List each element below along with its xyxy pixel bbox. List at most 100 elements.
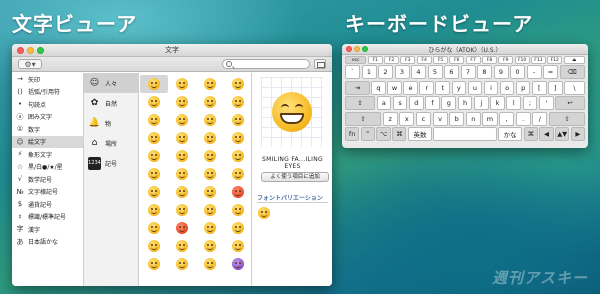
key[interactable]: f [425,96,440,111]
emoji-cell[interactable] [224,129,252,147]
key[interactable]: ⌫ [559,65,585,80]
emoji-cell[interactable] [140,75,168,93]
emoji-cell[interactable] [168,147,196,165]
key[interactable]: 1 [361,65,377,80]
key[interactable]: ] [548,80,563,95]
search-input[interactable] [222,59,310,69]
emoji-cell[interactable] [196,129,224,147]
emoji-cell[interactable] [168,111,196,129]
key[interactable]: l [506,96,522,111]
key[interactable]: ▶ [570,126,586,141]
category-item[interactable]: $ 通貨記号 [12,198,83,211]
key[interactable]: F12 [547,56,563,64]
action-menu-button[interactable]: ⚙▾ [18,59,42,69]
emoji-cell[interactable] [140,183,168,201]
key[interactable]: g [441,96,457,111]
key[interactable]: ⇧ [345,111,382,126]
emoji-cell[interactable] [196,183,224,201]
key[interactable]: . [515,111,531,126]
key[interactable]: c [415,111,431,126]
font-variation-item[interactable] [258,207,270,219]
key[interactable]: s [392,96,408,111]
emoji-cell[interactable] [168,183,196,201]
toggle-view-button[interactable] [314,59,326,69]
emoji-cell[interactable] [224,201,252,219]
emoji-cell[interactable] [168,165,196,183]
key[interactable]: 5 [427,65,443,80]
key[interactable]: ⇧ [548,111,585,126]
key[interactable]: F8 [482,56,497,64]
emoji-cell[interactable] [224,93,252,111]
key[interactable]: ◀ [539,126,554,141]
key[interactable]: 6 [444,65,459,80]
key[interactable]: b [449,111,465,126]
key[interactable]: m [482,111,498,126]
category-item[interactable]: № 文字様記号 [12,186,83,199]
title-bar[interactable]: 文字 [12,44,332,57]
key[interactable]: ⌃ [360,126,375,141]
subcategory-item[interactable]: ⌂ 場所 [84,133,138,153]
key[interactable]: = [543,65,558,80]
key[interactable]: 3 [394,65,410,80]
key[interactable]: ⇪ [345,96,375,111]
emoji-cell[interactable] [196,237,224,255]
category-item[interactable]: あ日本語かな [12,236,83,249]
subcategory-item[interactable]: 1234 記号 [84,153,138,173]
key[interactable]: j [473,96,489,111]
emoji-cell[interactable] [224,183,252,201]
emoji-cell[interactable] [196,75,224,93]
category-item[interactable]: ⓐ 囲み文字 [12,111,83,124]
key[interactable]: esc [345,56,367,64]
key[interactable]: n [465,111,481,126]
key[interactable]: ⌘ [392,126,407,141]
emoji-cell[interactable] [196,147,224,165]
key[interactable]: y [451,80,467,95]
emoji-cell[interactable] [224,165,252,183]
key[interactable]: 7 [460,65,476,80]
emoji-cell[interactable] [196,255,224,273]
emoji-cell[interactable] [224,147,252,165]
key[interactable]: F3 [400,56,416,64]
key[interactable]: F6 [449,56,465,64]
emoji-cell[interactable] [196,111,224,129]
emoji-cell[interactable] [140,129,168,147]
emoji-cell[interactable] [168,255,196,273]
key[interactable]: / [532,111,548,126]
key[interactable]: F2 [384,56,399,64]
emoji-cell[interactable] [140,219,168,237]
category-item[interactable]: ♯ 標識/標準記号 [12,211,83,224]
key[interactable]: 0 [510,65,525,80]
key[interactable]: ⌘ [523,126,538,141]
category-item[interactable]: ⚡ 象形文字 [12,148,83,161]
key[interactable]: fn [345,126,360,141]
key[interactable]: x [399,111,415,126]
emoji-cell[interactable] [196,165,224,183]
key[interactable]: ; [522,96,538,111]
key[interactable]: \ [564,80,585,95]
key[interactable]: F1 [367,56,383,64]
emoji-cell[interactable] [140,201,168,219]
emoji-cell[interactable] [224,255,252,273]
category-item[interactable]: • 句読点 [12,98,83,111]
key[interactable]: z [382,111,398,126]
emoji-cell[interactable] [168,219,196,237]
space-key[interactable] [433,126,497,141]
emoji-cell[interactable] [168,237,196,255]
key[interactable]: q [371,80,386,95]
key[interactable]: t [435,80,451,95]
key[interactable]: o [499,80,515,95]
emoji-cell[interactable] [140,111,168,129]
category-item[interactable]: () 括弧/引用符 [12,86,83,99]
title-bar[interactable]: ひらがな（ATOK）（U.S.） [342,44,588,55]
emoji-cell[interactable] [168,93,196,111]
emoji-cell[interactable] [224,111,252,129]
key[interactable]: w [387,80,402,95]
emoji-cell[interactable] [224,237,252,255]
key[interactable]: ⏏ [563,56,585,64]
key[interactable]: [ [531,80,547,95]
key[interactable]: - [526,65,542,80]
key[interactable]: a [376,96,392,111]
key[interactable]: p [515,80,531,95]
key[interactable]: ⇥ [345,80,370,95]
key[interactable]: v [432,111,448,126]
